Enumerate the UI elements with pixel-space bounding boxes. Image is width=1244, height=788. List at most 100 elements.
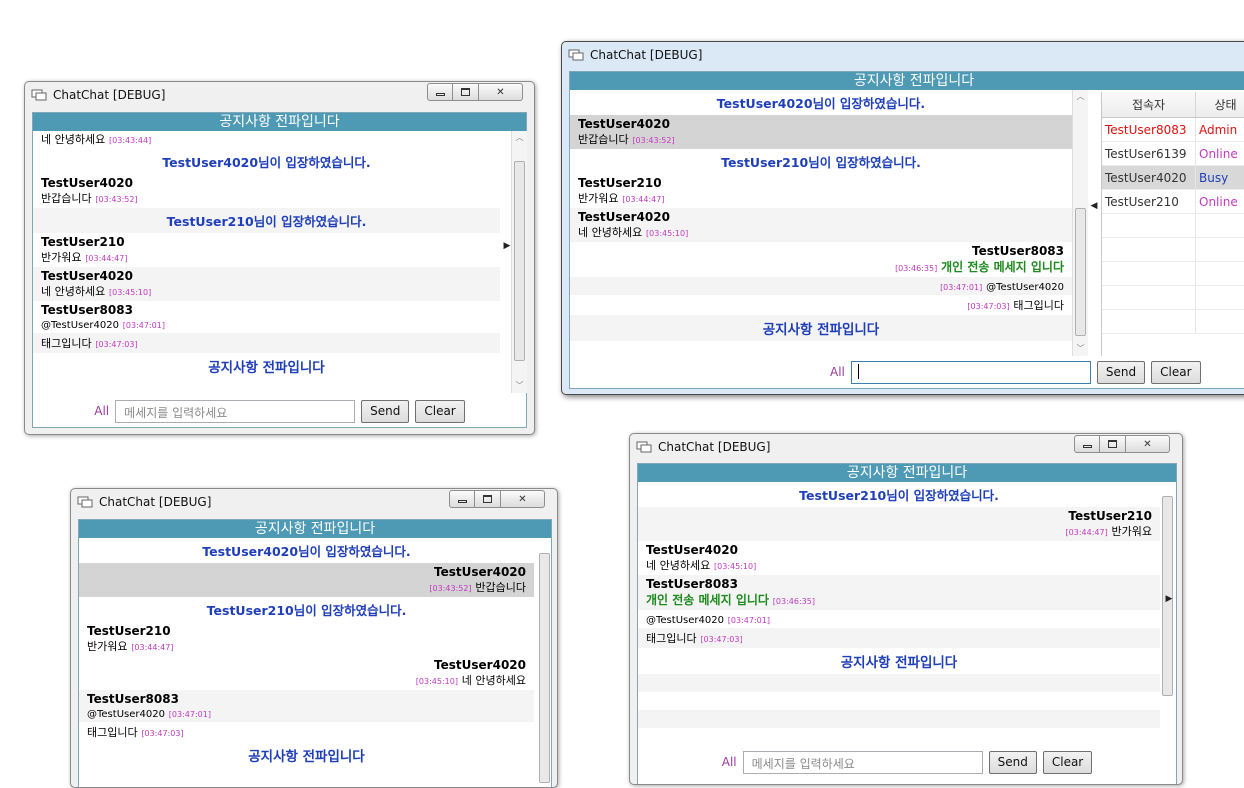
target-label[interactable]: All: [722, 755, 737, 769]
maximize-icon[interactable]: [453, 83, 479, 101]
clear-button[interactable]: Clear: [415, 399, 465, 423]
list-item: TestUser8083 [03:46:35] 개인 전송 메세지 입니다: [895, 244, 1064, 274]
close-icon[interactable]: ✕: [501, 490, 545, 508]
composer: All 메세지를 입력하세요 Send Clear: [33, 396, 526, 426]
chat-window-1[interactable]: ChatChat [DEBUG] ✕ 공지사항 전파입니다 네 안녕하세요 [0…: [24, 81, 535, 435]
chat-window-2[interactable]: ChatChat [DEBUG] 공지사항 전파입니다 TestUser4020…: [561, 41, 1244, 395]
message-scrollbar[interactable]: [537, 538, 553, 787]
minimize-icon[interactable]: [427, 83, 453, 101]
close-icon[interactable]: ✕: [1126, 435, 1170, 453]
list-item: TestUser8083 개인 전송 메세지 입니다 [03:46:35]: [638, 575, 1160, 610]
notice-message: 공지사항 전파입니다: [570, 315, 1072, 341]
user-row[interactable]: TestUser4020 Busy: [1102, 166, 1244, 190]
user-list[interactable]: 접속자 상태 TestUser8083 Admin TestUser6139 O…: [1101, 92, 1244, 356]
minimize-icon[interactable]: [1074, 435, 1100, 453]
list-item: TestUser210 반가워요 [03:44:47]: [41, 235, 128, 264]
composer: All Send Clear: [830, 357, 1201, 387]
target-label[interactable]: All: [94, 404, 109, 418]
list-item: [03:47:01] @TestUser4020: [570, 277, 1072, 295]
scroll-down-icon[interactable]: ﹀: [512, 379, 527, 393]
notice-message: 공지사항 전파입니다: [840, 655, 958, 671]
maximize-icon[interactable]: [475, 490, 501, 508]
chat-icon: [77, 496, 93, 508]
notice-message: 공지사항 전파입니다: [248, 749, 365, 765]
list-item: 태그입니다 [03:47:03]: [638, 628, 1160, 648]
clear-button[interactable]: Clear: [1151, 360, 1201, 384]
collapse-left-icon[interactable]: ◀: [1088, 201, 1100, 211]
message-list[interactable]: TestUser210님이 입장하였습니다. TestUser210 [03:44…: [638, 482, 1160, 746]
message-list[interactable]: TestUser4020님이 입장하였습니다. TestUser4020 [03:…: [79, 538, 534, 787]
window-title: ChatChat [DEBUG]: [99, 495, 212, 509]
message-scrollbar[interactable]: ︿ ﹀: [511, 131, 527, 393]
notice-message: 공지사항 전파입니다: [208, 360, 325, 376]
list-item: 태그입니다 [03:47:03]: [33, 333, 500, 353]
join-notice: TestUser210님이 입장하였습니다.: [206, 603, 407, 618]
scroll-thumb[interactable]: [539, 553, 550, 783]
list-item: TestUser8083 @TestUser4020 [03:47:01]: [41, 303, 165, 331]
notice-banner: 공지사항 전파입니다: [570, 72, 1244, 90]
join-notice: TestUser4020님이 입장하였습니다.: [202, 544, 411, 559]
maximize-icon[interactable]: [1100, 435, 1126, 453]
list-item: TestUser4020 [03:43:52] 반갑습니다: [79, 563, 534, 597]
chat-panel: 공지사항 전파입니다 TestUser4020님이 입장하였습니다. TestU…: [78, 519, 553, 787]
list-item: TestUser8083 @TestUser4020 [03:47:01]: [79, 690, 534, 722]
chat-panel: 공지사항 전파입니다 TestUser210님이 입장하였습니다. TestUs…: [637, 463, 1177, 784]
title-bar[interactable]: ChatChat [DEBUG]: [562, 42, 1244, 70]
join-notice: TestUser4020님이 입장하였습니다.: [162, 155, 371, 170]
user-row[interactable]: TestUser8083 Admin: [1102, 118, 1244, 142]
join-notice: TestUser210님이 입장하였습니다.: [721, 155, 921, 170]
scroll-down-icon[interactable]: ﹀: [1073, 342, 1088, 356]
column-status-header[interactable]: 상태: [1196, 92, 1244, 117]
expand-right-icon[interactable]: ▶: [1163, 594, 1175, 604]
send-button[interactable]: Send: [361, 399, 410, 423]
join-notice: TestUser4020님이 입장하였습니다.: [716, 96, 926, 111]
notice-banner: 공지사항 전파입니다: [33, 113, 526, 131]
close-icon[interactable]: ✕: [479, 83, 523, 101]
message-scrollbar[interactable]: [1160, 482, 1176, 746]
message-scrollbar[interactable]: ︿ ﹀: [1072, 90, 1088, 356]
target-label[interactable]: All: [830, 365, 845, 379]
list-item: @TestUser4020 [03:47:01]: [646, 615, 770, 626]
user-row[interactable]: TestUser210 Online: [1102, 190, 1244, 214]
scroll-thumb[interactable]: [1075, 208, 1086, 336]
list-item: TestUser4020 반갑습니다 [03:43:52]: [41, 176, 138, 205]
chat-window-3[interactable]: ChatChat [DEBUG] ✕ 공지사항 전파입니다 TestUser40…: [70, 488, 558, 788]
clear-button[interactable]: Clear: [1042, 750, 1093, 774]
title-bar[interactable]: ChatChat [DEBUG] ✕: [630, 434, 1182, 462]
notice-banner: 공지사항 전파입니다: [638, 464, 1176, 482]
notice-banner: 공지사항 전파입니다: [79, 520, 551, 538]
user-list-header: 접속자 상태: [1102, 92, 1244, 118]
join-notice: TestUser210님이 입장하였습니다.: [33, 208, 500, 233]
scroll-up-icon[interactable]: ︿: [1073, 90, 1088, 104]
chat-panel: 공지사항 전파입니다 네 안녕하세요 [03:43:44] TestUser40…: [32, 112, 527, 428]
list-item: TestUser4020 네 안녕하세요 [03:45:10]: [570, 208, 1072, 242]
list-item: TestUser4020 네 안녕하세요 [03:45:10]: [33, 267, 500, 301]
message-list[interactable]: 네 안녕하세요 [03:43:44] TestUser4020님이 입장하였습니…: [33, 131, 500, 393]
message-input[interactable]: 메세지를 입력하세요: [742, 750, 983, 774]
join-notice: TestUser210님이 입장하였습니다.: [799, 488, 999, 503]
chat-panel: 공지사항 전파입니다 TestUser4020님이 입장하였습니다. TestU…: [569, 71, 1244, 389]
window-title: ChatChat [DEBUG]: [590, 48, 703, 62]
message-input[interactable]: [850, 360, 1091, 384]
send-button[interactable]: Send: [1096, 360, 1146, 384]
title-bar[interactable]: ChatChat [DEBUG] ✕: [71, 489, 557, 517]
list-item: 네 안녕하세요 [03:43:44]: [41, 133, 152, 146]
column-name-header[interactable]: 접속자: [1102, 92, 1196, 117]
scroll-thumb[interactable]: [514, 161, 525, 361]
window-title: ChatChat [DEBUG]: [658, 440, 771, 454]
message-input[interactable]: 메세지를 입력하세요: [115, 399, 356, 423]
list-item: [03:47:03] 태그입니다: [967, 299, 1064, 312]
chat-window-4[interactable]: ChatChat [DEBUG] ✕ 공지사항 전파입니다 TestUser21…: [629, 433, 1183, 785]
title-bar[interactable]: ChatChat [DEBUG] ✕: [25, 82, 534, 110]
chat-icon: [31, 89, 47, 101]
list-item: 태그입니다 [03:47:03]: [87, 726, 184, 739]
chat-icon: [636, 441, 652, 453]
scroll-up-icon[interactable]: ︿: [512, 131, 527, 145]
list-item: TestUser210 반가워요 [03:44:47]: [578, 176, 665, 205]
window-title: ChatChat [DEBUG]: [53, 88, 166, 102]
send-button[interactable]: Send: [988, 750, 1037, 774]
minimize-icon[interactable]: [449, 490, 475, 508]
message-list[interactable]: TestUser4020님이 입장하였습니다. TestUser4020 반갑습니…: [570, 90, 1072, 356]
list-item: TestUser210 [03:44:47] 반가워요: [638, 507, 1160, 541]
user-row[interactable]: TestUser6139 Online: [1102, 142, 1244, 166]
